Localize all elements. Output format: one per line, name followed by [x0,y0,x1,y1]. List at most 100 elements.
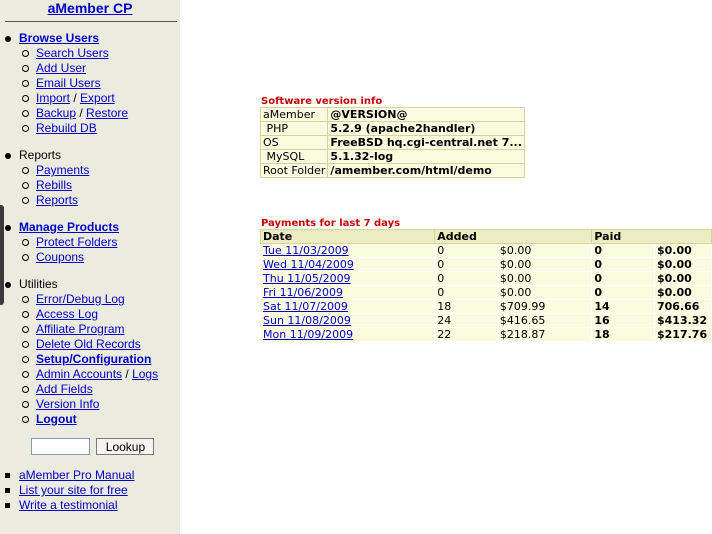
paid-count: 0 [591,285,655,300]
nav-item: Rebills [0,178,89,193]
nav-link-setup-configuration[interactable]: Setup/Configuration [36,352,151,366]
misc-links: aMember Pro Manual List your site for fre… [0,468,134,513]
nav-link-delete-old-records[interactable]: Delete Old Records [36,337,141,351]
added-amount: $218.87 [496,327,593,342]
version-value: FreeBSD hq.cgi-central.net 7... [327,135,525,150]
payments-header-row: Date Added Paid [259,229,712,244]
nav-item: Access Log [0,307,158,322]
payment-date-link[interactable]: Sun 11/08/2009 [263,314,351,327]
nav-link-access-log[interactable]: Access Log [36,307,98,321]
paid-count: 0 [591,257,655,272]
paid-amount: $413.32 [654,313,712,328]
misc-link-write-a-testimonial[interactable]: Write a testimonial [19,498,117,512]
nav-heading: Browse Users [0,31,128,46]
nav-link-affiliate-program[interactable]: Affiliate Program [36,322,124,336]
paid-count: 0 [591,243,655,258]
paid-amount: 706.66 [654,299,712,314]
added-count: 0 [434,243,498,258]
misc-link-item: aMember Pro Manual [0,468,134,483]
misc-link-item: Write a testimonial [0,498,134,513]
paid-amount: $0.00 [654,257,712,272]
paid-count: 14 [591,299,655,314]
nav-item: Search Users [0,46,128,61]
nav-link-email-users[interactable]: Email Users [36,76,101,90]
header-date: Date [259,229,436,244]
nav-item: Version Info [0,397,158,412]
link-separator: / [70,91,81,105]
app-title-link[interactable]: aMember CP [0,0,180,17]
paid-count: 0 [591,271,655,286]
nav-link-import[interactable]: Import [36,91,70,105]
paid-count: 18 [591,327,655,342]
nav-item: Backup / Restore [0,106,128,121]
nav-item: Protect Folders [0,235,119,250]
added-amount: $0.00 [496,285,593,300]
nav-link-reports[interactable]: Reports [36,193,78,207]
payment-date-link[interactable]: Thu 11/05/2009 [263,272,351,285]
nav-link-add-fields[interactable]: Add Fields [36,382,93,396]
nav-link-export[interactable]: Export [80,91,115,105]
nav-item: Admin Accounts / Logs [0,367,158,382]
nav-item: Import / Export [0,91,128,106]
version-key: aMember [259,107,329,122]
lookup-input[interactable] [31,438,90,456]
version-value: 5.2.9 (apache2handler) [327,121,525,136]
nav-item: Email Users [0,76,128,91]
nav-item: Setup/Configuration [0,352,158,367]
payments-row: Mon 11/09/2009 22 $218.87 18 $217.76 [259,327,712,342]
payments-row: Tue 11/03/2009 0 $0.00 0 $0.00 [259,243,712,258]
header-paid: Paid [591,229,712,244]
nav-link-admin-accounts[interactable]: Admin Accounts [36,367,122,381]
lookup-form: Lookup [31,438,155,456]
payment-date-link[interactable]: Wed 11/04/2009 [263,258,354,271]
nav-heading: Utilities [0,277,158,292]
nav-item: Logout [0,412,158,427]
payments-row: Sun 11/08/2009 24 $416.65 16 $413.32 [259,313,712,328]
nav-heading-manage-products[interactable]: Manage Products [19,220,119,234]
payments-table: Date Added Paid Tue 11/03/2009 0 $0.00 0 $0.… [259,229,712,342]
added-count: 18 [434,299,498,314]
version-key: PHP [259,121,329,136]
version-row: aMember @VERSION@ [259,107,525,122]
nav-link-logout[interactable]: Logout [36,412,77,426]
added-amount: $0.00 [496,271,593,286]
payment-date-cell: Sun 11/08/2009 [259,313,436,328]
nav-item: Delete Old Records [0,337,158,352]
nav-section-reports: Reports Payments Rebills Reports [0,148,89,208]
payment-date-link[interactable]: Mon 11/09/2009 [263,328,353,341]
added-count: 22 [434,327,498,342]
title-divider [5,21,177,22]
payment-date-link[interactable]: Fri 11/06/2009 [263,286,343,299]
nav-link-version-info[interactable]: Version Info [36,397,99,411]
payments-row: Sat 11/07/2009 18 $709.99 14 706.66 [259,299,712,314]
lookup-button[interactable]: Lookup [96,438,155,456]
nav-item: Coupons [0,250,119,265]
nav-heading: Manage Products [0,220,119,235]
misc-link-list-your-site-for-free[interactable]: List your site for free [19,483,128,497]
added-amount: $416.65 [496,313,593,328]
paid-count: 16 [591,313,655,328]
nav-link-restore[interactable]: Restore [86,106,128,120]
nav-link-protect-folders[interactable]: Protect Folders [36,235,117,249]
payment-date-cell: Mon 11/09/2009 [259,327,436,342]
nav-link-search-users[interactable]: Search Users [36,46,109,60]
nav-link-payments[interactable]: Payments [36,163,89,177]
nav-link-add-user[interactable]: Add User [36,61,86,75]
nav-item: Add Fields [0,382,158,397]
nav-link-rebuild-db[interactable]: Rebuild DB [36,121,97,135]
nav-link-rebills[interactable]: Rebills [36,178,72,192]
nav-heading: Reports [0,148,89,163]
payments-row: Wed 11/04/2009 0 $0.00 0 $0.00 [259,257,712,272]
misc-link-amember-pro-manual[interactable]: aMember Pro Manual [19,468,134,482]
nav-link-backup[interactable]: Backup [36,106,76,120]
nav-heading-browse-users[interactable]: Browse Users [19,31,99,45]
payment-date-link[interactable]: Sat 11/07/2009 [263,300,348,313]
nav-link-coupons[interactable]: Coupons [36,250,84,264]
paid-amount: $217.76 [654,327,712,342]
payment-date-cell: Thu 11/05/2009 [259,271,436,286]
added-count: 0 [434,285,498,300]
payment-date-link[interactable]: Tue 11/03/2009 [263,244,349,257]
nav-link-error-debug-log[interactable]: Error/Debug Log [36,292,125,306]
nav-link-logs[interactable]: Logs [132,367,158,381]
version-info-table: aMember @VERSION@ PHP 5.2.9 (apache2handle… [259,107,525,178]
